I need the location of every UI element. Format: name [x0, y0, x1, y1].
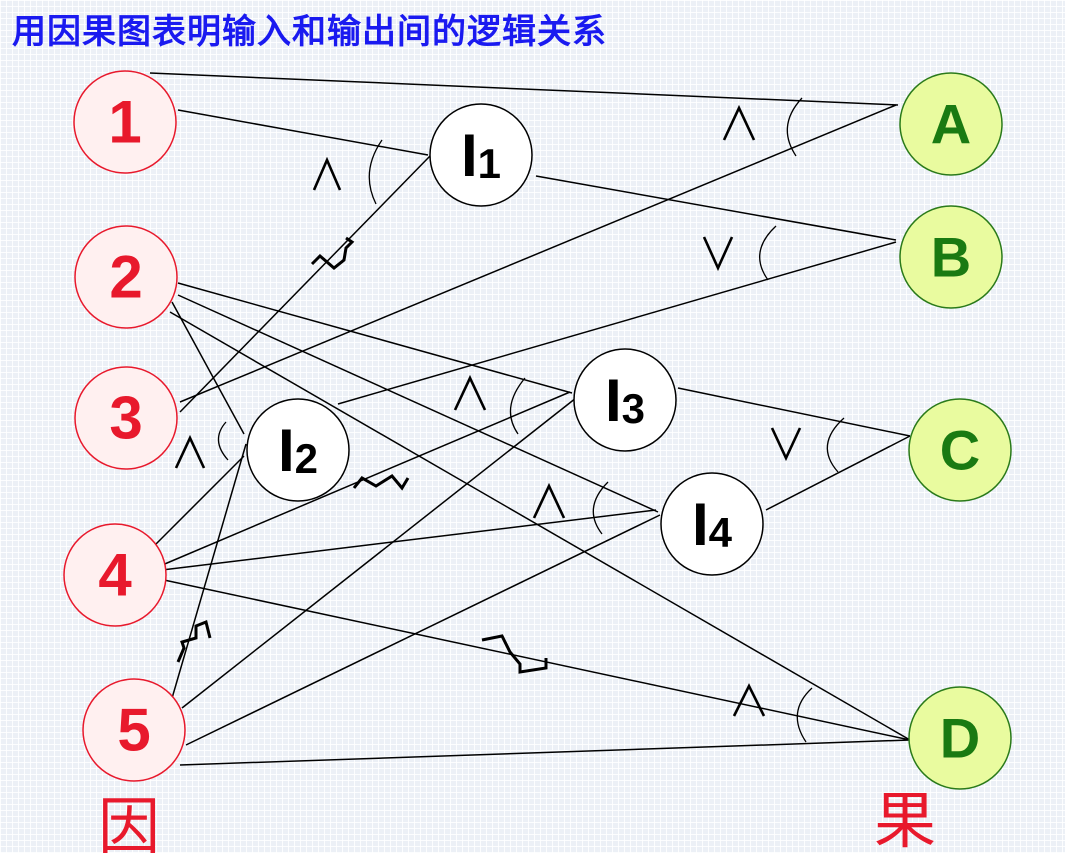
- cause-effect-graph: 1 2 3 4 5 I1 I2 I3 I4 A B C D: [63, 70, 1012, 790]
- not-mark-I2-B: [352, 474, 410, 491]
- and-symbol-I2: [174, 434, 206, 469]
- edge-1-A: [149, 72, 899, 106]
- and-symbol-I1: [312, 156, 342, 191]
- edge-3-I1: [179, 155, 431, 413]
- edge-5-I4: [185, 514, 661, 746]
- cause-node-2-label: 2: [109, 244, 142, 311]
- intermediate-1-subscript: 1: [478, 140, 501, 187]
- cause-node-1-label: 1: [108, 89, 141, 156]
- intermediate-3-subscript: 3: [622, 385, 645, 432]
- edge-5-I2: [167, 443, 247, 713]
- cause-node-5[interactable]: 5: [82, 678, 186, 782]
- cause-label: 因: [98, 790, 161, 853]
- intermediate-1-label: I: [461, 122, 478, 189]
- arc-I2: [217, 421, 229, 461]
- cause-node-3[interactable]: 3: [74, 366, 178, 470]
- edge-1-I1: [177, 109, 429, 156]
- effect-label: 果: [874, 784, 937, 853]
- intermediate-node-3[interactable]: I3: [573, 348, 677, 452]
- not-mark-4-D: [481, 634, 548, 674]
- edge-2-I2: [171, 301, 245, 435]
- cause-node-3-label: 3: [109, 385, 142, 452]
- arc-D: [796, 687, 813, 743]
- effect-node-D-label: D: [940, 707, 980, 770]
- and-symbol-I3: [453, 374, 487, 411]
- intermediate-node-1[interactable]: I1: [429, 103, 533, 207]
- edge-3-A: [179, 104, 897, 403]
- cause-node-1[interactable]: 1: [73, 70, 177, 174]
- edge-2-I3: [177, 282, 573, 394]
- intermediate-4-subscript: 4: [709, 509, 733, 556]
- and-symbol-D: [732, 683, 766, 717]
- effect-node-A[interactable]: A: [899, 72, 1003, 176]
- edge-I4-C: [765, 435, 911, 511]
- edge-I1-B: [535, 175, 897, 241]
- edge-2-D: [169, 311, 911, 741]
- edge-5-D: [179, 739, 911, 766]
- intermediate-node-2[interactable]: I2: [246, 398, 350, 502]
- edge-I3-C: [677, 387, 911, 437]
- effect-node-A-label: A: [931, 93, 971, 156]
- arc-I3: [509, 377, 526, 435]
- or-symbol-B: [702, 236, 734, 272]
- and-symbol-I4: [532, 482, 566, 519]
- effect-node-B[interactable]: B: [899, 205, 1003, 309]
- arc-B: [759, 225, 777, 281]
- cause-node-2[interactable]: 2: [74, 225, 178, 329]
- cause-node-5-label: 5: [117, 697, 150, 764]
- and-symbol-A: [722, 104, 756, 141]
- intermediate-4-label: I: [692, 491, 709, 558]
- intermediate-2-label: I: [278, 417, 295, 484]
- cause-node-4-label: 4: [98, 542, 132, 609]
- intermediate-3-label: I: [605, 367, 622, 434]
- effect-node-C-label: C: [940, 419, 980, 482]
- cause-node-4[interactable]: 4: [63, 523, 167, 627]
- effect-node-B-label: B: [931, 226, 971, 289]
- cause-effect-slide: 用因果图表明输入和输出间的逻辑关系 1 2 3 4 5 I1 I2 I3 I4 …: [0, 0, 1065, 853]
- arc-I1: [368, 139, 383, 205]
- arc-I4: [592, 481, 609, 535]
- intermediate-node-4[interactable]: I4: [660, 472, 764, 576]
- negation-marks: [176, 236, 548, 674]
- not-mark-5-I2: [176, 619, 212, 663]
- effect-node-C[interactable]: C: [908, 398, 1012, 502]
- edge-4-D: [163, 579, 911, 741]
- edge-4-I4: [161, 509, 657, 571]
- arc-C: [826, 417, 845, 473]
- or-symbol-C: [770, 427, 802, 462]
- intermediate-2-subscript: 2: [295, 435, 318, 482]
